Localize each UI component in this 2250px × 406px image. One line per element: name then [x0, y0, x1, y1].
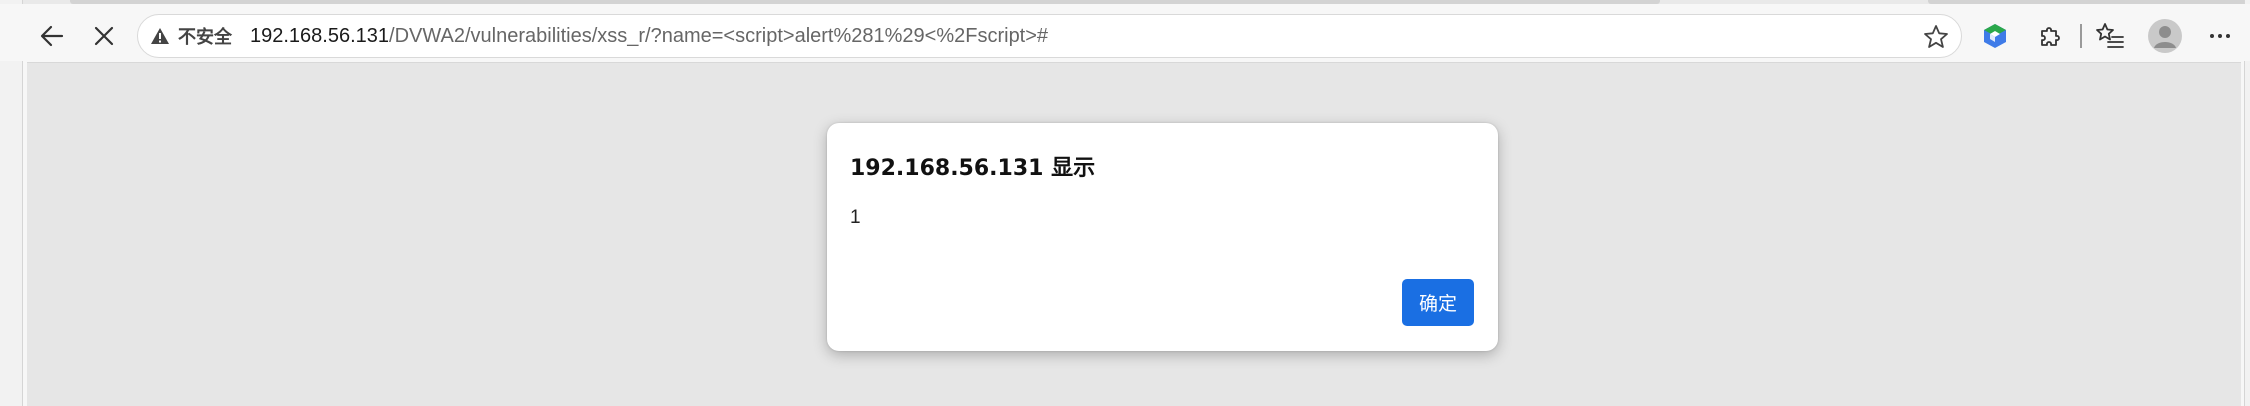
avatar-icon	[2148, 19, 2182, 53]
toolbar-divider	[2080, 24, 2082, 48]
profile-button[interactable]	[2145, 16, 2185, 56]
stop-loading-button[interactable]	[84, 16, 124, 56]
url-text[interactable]: 192.168.56.131/DVWA2/vulnerabilities/xss…	[250, 15, 1048, 57]
puzzle-icon	[2036, 22, 2064, 50]
warning-triangle-icon	[150, 26, 170, 46]
settings-menu-button[interactable]	[2200, 16, 2240, 56]
star-icon	[1922, 23, 1950, 51]
back-button[interactable]	[32, 16, 72, 56]
address-bar[interactable]: 不安全 192.168.56.131/DVWA2/vulnerabilities…	[137, 14, 1962, 58]
dialog-title: 192.168.56.131 显示	[850, 156, 1096, 181]
browser-toolbar: 不安全 192.168.56.131/DVWA2/vulnerabilities…	[0, 4, 2250, 61]
security-indicator[interactable]: 不安全	[150, 15, 232, 57]
dialog-message: 1	[850, 207, 861, 228]
more-icon	[2208, 24, 2232, 48]
url-host: 192.168.56.131	[250, 25, 390, 47]
favorites-list-icon	[2095, 21, 2125, 51]
page-content-area: 192.168.56.131 显示 1 确定	[27, 62, 2241, 406]
extension-button[interactable]	[1975, 16, 2015, 56]
browser-window: 不安全 192.168.56.131/DVWA2/vulnerabilities…	[0, 0, 2250, 406]
cube-extension-icon	[1980, 21, 2010, 51]
extensions-button[interactable]	[2030, 16, 2070, 56]
url-path: /DVWA2/vulnerabilities/xss_r/?name=<scri…	[389, 25, 1049, 47]
back-arrow-icon	[38, 22, 66, 50]
close-icon	[92, 24, 116, 48]
favorites-button[interactable]	[2090, 16, 2130, 56]
security-label: 不安全	[178, 27, 232, 48]
add-favorite-button[interactable]	[1921, 22, 1951, 52]
alert-dialog: 192.168.56.131 显示 1 确定	[827, 123, 1498, 351]
ok-button[interactable]: 确定	[1402, 279, 1474, 326]
